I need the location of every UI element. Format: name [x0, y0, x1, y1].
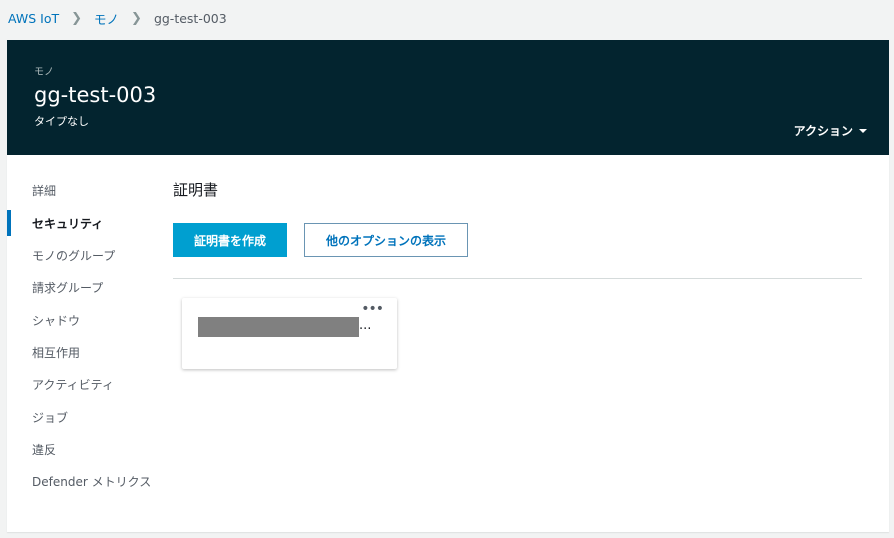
sidenav-item-security[interactable]: セキュリティ — [7, 210, 162, 236]
breadcrumb: AWS IoT ❯ モノ ❯ gg-test-003 — [8, 9, 227, 27]
sidenav-item-interactions[interactable]: 相互作用 — [7, 339, 162, 365]
chevron-right-icon: ❯ — [71, 10, 83, 26]
actions-label: アクション — [793, 124, 853, 138]
sidenav-item-violations[interactable]: 違反 — [7, 436, 162, 462]
content-panel: 詳細 セキュリティ モノのグループ 請求グループ シャドウ 相互作用 アクティビ… — [7, 155, 889, 532]
truncation-ellipsis: ... — [359, 318, 372, 333]
create-certificate-button[interactable]: 証明書を作成 — [173, 223, 287, 257]
view-other-options-button[interactable]: 他のオプションの表示 — [304, 223, 468, 257]
page-title: gg-test-003 — [34, 83, 157, 107]
sidenav-item-activity[interactable]: アクティビティ — [7, 371, 162, 397]
resource-kind-label: モノ — [34, 67, 54, 78]
more-options-icon[interactable]: ••• — [361, 301, 384, 317]
sidenav-item-details[interactable]: 詳細 — [7, 177, 162, 203]
actions-dropdown-button[interactable]: アクション — [794, 122, 867, 139]
certificate-card[interactable]: ••• ... — [182, 298, 397, 369]
sidenav-item-jobs[interactable]: ジョブ — [7, 404, 162, 430]
breadcrumb-aws-iot-link[interactable]: AWS IoT — [8, 11, 59, 26]
section-title: 証明書 — [173, 181, 219, 199]
thing-header: モノ gg-test-003 タイプなし アクション — [7, 40, 889, 155]
divider — [173, 278, 862, 279]
breadcrumb-current: gg-test-003 — [153, 10, 227, 26]
chevron-right-icon: ❯ — [131, 10, 142, 26]
sidenav-item-defender-metrics[interactable]: Defender メトリクス — [7, 468, 162, 494]
breadcrumb-things-link[interactable]: モノ — [94, 9, 119, 28]
sidenav-item-thing-groups[interactable]: モノのグループ — [7, 242, 162, 268]
caret-down-icon — [859, 128, 867, 133]
redacted-certificate-id — [198, 317, 359, 337]
sidenav-item-shadow[interactable]: シャドウ — [7, 307, 162, 333]
thing-type-label: タイプなし — [34, 115, 89, 128]
sidenav-item-billing-groups[interactable]: 請求グループ — [7, 274, 162, 300]
